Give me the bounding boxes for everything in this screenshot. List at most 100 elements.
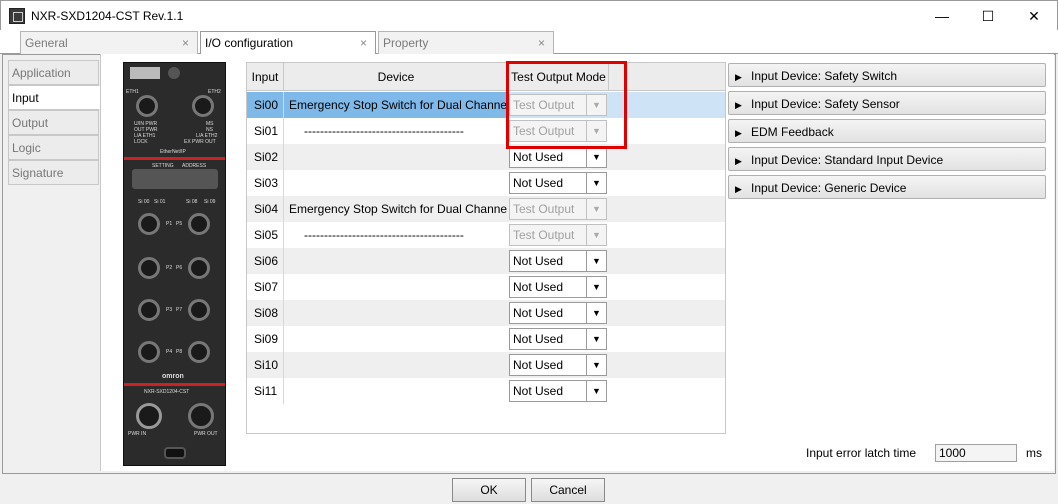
input-cell: Si03 [247, 170, 284, 196]
device-cell[interactable]: ---------------------------------------- [284, 118, 509, 144]
device-label: PWR OUT [194, 431, 218, 437]
minimize-button[interactable]: — [919, 1, 965, 31]
test-output-mode-select[interactable]: Not Used ▼ [509, 172, 607, 194]
close-icon[interactable]: × [182, 36, 189, 50]
sidebar-item-logic[interactable]: Logic [8, 135, 99, 160]
device-cell[interactable] [284, 300, 509, 326]
triangle-right-icon: ▶ [735, 128, 742, 138]
device-label: NXR-SXD1204-CST [144, 389, 190, 395]
tab-bar: General × I/O configuration × Property × [0, 30, 1058, 55]
test-output-mode-select[interactable]: Not Used ▼ [509, 276, 607, 298]
chevron-down-icon[interactable]: ▼ [586, 277, 606, 297]
triangle-right-icon: ▶ [735, 184, 742, 194]
select-value: Test Output [513, 202, 575, 216]
input-cell: Si02 [247, 144, 284, 170]
input-cell: Si09 [247, 326, 284, 352]
device-label: P2 [166, 265, 173, 271]
library-item-edm-feedback[interactable]: ▶ EDM Feedback [728, 119, 1046, 143]
device-cell[interactable] [284, 170, 509, 196]
select-value: Not Used [513, 150, 564, 164]
sidebar-item-application[interactable]: Application [8, 60, 99, 85]
tab-property[interactable]: Property × [378, 31, 554, 54]
omron-logo: omron [162, 373, 184, 380]
device-label: LOCK [134, 139, 148, 145]
select-value: Not Used [513, 332, 564, 346]
chevron-down-icon[interactable]: ▼ [586, 381, 606, 401]
chevron-down-icon[interactable]: ▼ [586, 355, 606, 375]
library-label: Input Device: Generic Device [751, 181, 907, 195]
test-output-mode-select[interactable]: Not Used ▼ [509, 250, 607, 272]
table-row[interactable]: Si00 Emergency Stop Switch for Dual Chann… [247, 92, 725, 118]
device-cell[interactable] [284, 144, 509, 170]
device-label: Si 00 [138, 199, 150, 205]
device-cell[interactable] [284, 274, 509, 300]
sidebar-item-signature[interactable]: Signature [8, 160, 99, 185]
table-row[interactable]: Si08 Not Used ▼ [247, 300, 725, 326]
test-output-mode-select[interactable]: Not Used ▼ [509, 146, 607, 168]
close-icon[interactable]: × [538, 36, 545, 50]
device-image: ETH1 ETH2 U/IN PWR OUT PWR L/A ETH1 LOCK… [123, 62, 226, 466]
device-label: EtherNet/IP [160, 149, 186, 155]
triangle-right-icon: ▶ [735, 72, 742, 82]
table-row[interactable]: Si07 Not Used ▼ [247, 274, 725, 300]
sidebar-item-input[interactable]: Input [8, 85, 100, 110]
close-icon[interactable]: × [360, 36, 367, 50]
test-output-mode-select[interactable]: Not Used ▼ [509, 302, 607, 324]
header-input: Input [247, 63, 284, 91]
test-output-mode-select: Test Output ▼ [509, 224, 607, 246]
table-header: Input Device Test Output Mode [247, 63, 725, 91]
device-cell[interactable]: ---------------------------------------- [284, 222, 509, 248]
select-value: Test Output [513, 228, 575, 242]
tab-io-configuration[interactable]: I/O configuration × [200, 31, 376, 55]
chevron-down-icon[interactable]: ▼ [586, 329, 606, 349]
test-output-mode-select[interactable]: Not Used ▼ [509, 380, 607, 402]
header-device: Device [284, 63, 509, 91]
library-item-standard-input[interactable]: ▶ Input Device: Standard Input Device [728, 147, 1046, 171]
chevron-down-icon[interactable]: ▼ [586, 251, 606, 271]
device-label: P4 [166, 349, 173, 355]
device-label: P1 [166, 221, 173, 227]
table-row[interactable]: Si01 ------------------------------------… [247, 118, 725, 144]
device-label: ETH2 [208, 89, 221, 95]
table-row[interactable]: Si10 Not Used ▼ [247, 352, 725, 378]
table-row[interactable]: Si06 Not Used ▼ [247, 248, 725, 274]
sidebar-item-output[interactable]: Output [8, 110, 99, 135]
device-cell[interactable] [284, 352, 509, 378]
table-row[interactable]: Si04 Emergency Stop Switch for Dual Chann… [247, 196, 725, 222]
select-value: Not Used [513, 384, 564, 398]
input-cell: Si11 [247, 378, 284, 404]
device-cell[interactable] [284, 326, 509, 352]
chevron-down-icon[interactable]: ▼ [586, 303, 606, 323]
test-output-mode-select[interactable]: Not Used ▼ [509, 354, 607, 376]
device-label: P7 [176, 307, 183, 313]
test-output-mode-select[interactable]: Not Used ▼ [509, 328, 607, 350]
library-label: Input Device: Safety Switch [751, 69, 898, 83]
library-label: EDM Feedback [751, 125, 834, 139]
input-cell: Si00 [247, 92, 284, 118]
device-cell[interactable] [284, 248, 509, 274]
latch-time-input[interactable]: 1000 [935, 444, 1017, 462]
cancel-button[interactable]: Cancel [531, 478, 605, 502]
device-label: Si 09 [204, 199, 216, 205]
chevron-down-icon[interactable]: ▼ [586, 173, 606, 193]
table-row[interactable]: Si02 Not Used ▼ [247, 144, 725, 170]
library-item-safety-switch[interactable]: ▶ Input Device: Safety Switch [728, 63, 1046, 87]
table-row[interactable]: Si11 Not Used ▼ [247, 378, 725, 404]
device-cell[interactable]: Emergency Stop Switch for Dual Channe [284, 92, 509, 118]
chevron-down-icon[interactable]: ▼ [586, 147, 606, 167]
device-cell[interactable] [284, 378, 509, 404]
window-title: NXR-SXD1204-CST Rev.1.1 [31, 9, 184, 23]
device-cell[interactable]: Emergency Stop Switch for Dual Channe [284, 196, 509, 222]
maximize-button[interactable]: ☐ [965, 1, 1011, 31]
library-item-generic-device[interactable]: ▶ Input Device: Generic Device [728, 175, 1046, 199]
table-row[interactable]: Si09 Not Used ▼ [247, 326, 725, 352]
select-value: Not Used [513, 306, 564, 320]
ok-button[interactable]: OK [452, 478, 526, 502]
select-value: Not Used [513, 176, 564, 190]
title-bar: NXR-SXD1204-CST Rev.1.1 — ☐ ✕ [0, 0, 1058, 30]
table-row[interactable]: Si03 Not Used ▼ [247, 170, 725, 196]
close-button[interactable]: ✕ [1011, 1, 1057, 31]
tab-general[interactable]: General × [20, 31, 198, 54]
table-row[interactable]: Si05 ------------------------------------… [247, 222, 725, 248]
library-item-safety-sensor[interactable]: ▶ Input Device: Safety Sensor [728, 91, 1046, 115]
